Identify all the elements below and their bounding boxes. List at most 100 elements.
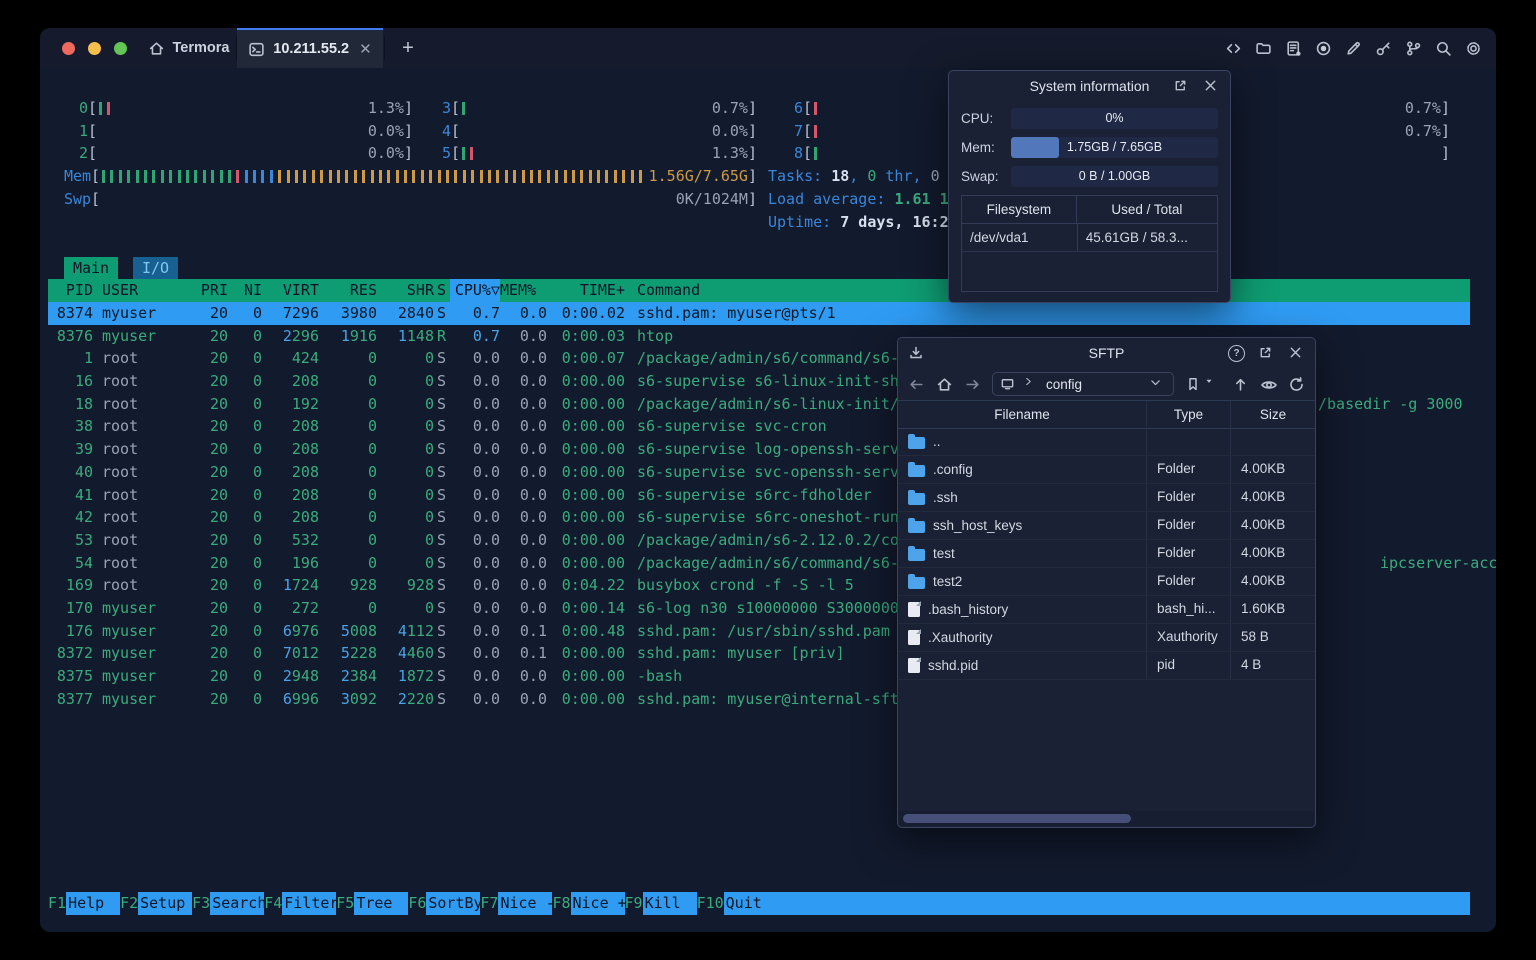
parent-dir-icon[interactable]: [1232, 376, 1249, 393]
back-icon[interactable]: [908, 376, 925, 393]
minimize-window-button[interactable]: [88, 41, 101, 55]
scrollbar-thumb[interactable]: [903, 814, 1131, 823]
meter-pipe: [152, 170, 156, 184]
folder-icon[interactable]: [1255, 40, 1272, 57]
process-row[interactable]: 8374 myuser 20 0 7296 3980 2840 S 0.7 0.0 0:00.02 s…: [48, 302, 1470, 325]
fn-button-help[interactable]: Help: [66, 892, 121, 915]
size-column-header[interactable]: Size: [1231, 401, 1315, 428]
file-row[interactable]: sshd.pid pid 4 B: [898, 652, 1315, 680]
code-icon[interactable]: [1225, 40, 1242, 57]
meter-pipe: [244, 170, 248, 184]
column-header-pri[interactable]: PRI: [196, 279, 228, 302]
file-row[interactable]: .config Folder 4.00KB: [898, 456, 1315, 484]
process-cell: 5008: [340, 621, 377, 640]
open-in-window-icon[interactable]: [1258, 345, 1275, 362]
refresh-icon[interactable]: [1288, 376, 1305, 393]
close-panel-icon[interactable]: [1203, 78, 1220, 95]
tab-session[interactable]: 10.211.55.2 ✕: [237, 28, 383, 68]
fn-button-setup[interactable]: Setup: [138, 892, 193, 915]
new-tab-button[interactable]: +: [392, 28, 424, 68]
folder-icon: [908, 462, 925, 477]
file-row[interactable]: .ssh Folder 4.00KB: [898, 484, 1315, 512]
git-branch-icon[interactable]: [1405, 40, 1422, 57]
column-header-cpu[interactable]: CPU%▽: [450, 279, 500, 302]
fn-button-search[interactable]: Search: [210, 892, 265, 915]
tab-close-icon[interactable]: ✕: [359, 40, 372, 58]
fn-button-kill[interactable]: Kill: [642, 892, 697, 915]
file-row[interactable]: test2 Folder 4.00KB: [898, 568, 1315, 596]
meter-pipe: [303, 170, 307, 184]
cpu-meter-3: 3[0.7%]: [427, 97, 757, 120]
path-breadcrumb[interactable]: config: [992, 372, 1174, 396]
file-row[interactable]: .bash_history bash_hi... 1.60KB: [898, 596, 1315, 624]
open-in-window-icon[interactable]: [1173, 78, 1190, 95]
settings-gear-icon[interactable]: [1465, 40, 1482, 57]
forward-icon[interactable]: [964, 376, 981, 393]
download-icon[interactable]: [908, 345, 925, 362]
meter-pipe: [219, 170, 223, 184]
type-column-header[interactable]: Type: [1147, 401, 1231, 428]
file-icon: [908, 601, 921, 617]
help-icon[interactable]: ?: [1228, 344, 1245, 362]
close-window-button[interactable]: [62, 41, 75, 55]
meter-pipe: [311, 170, 315, 184]
column-header-pid[interactable]: PID: [48, 279, 93, 302]
process-time: 0:00.00: [561, 372, 625, 391]
process-cell: 6996: [282, 689, 319, 708]
process-cpu: 0.0: [472, 644, 500, 663]
column-header-res[interactable]: RES: [319, 279, 377, 302]
process-mem: 0.0: [519, 485, 547, 504]
show-hidden-eye-icon[interactable]: [1260, 376, 1277, 393]
key-icon[interactable]: [1375, 40, 1392, 57]
fn-button-nice[interactable]: Nice -: [498, 892, 553, 915]
column-header-ni[interactable]: NI: [228, 279, 262, 302]
meter-pipe: [253, 170, 257, 184]
process-time: 0:00.14: [561, 598, 625, 617]
file-row[interactable]: .Xauthority Xauthority 58 B: [898, 624, 1315, 652]
meter-pipe: [488, 170, 491, 184]
fn-button-sortby[interactable]: SortBy: [426, 892, 481, 915]
pencil-icon[interactable]: [1345, 40, 1362, 57]
meter-pipe: [236, 170, 240, 184]
column-header-shr[interactable]: SHR: [377, 279, 434, 302]
filename-column-header[interactable]: Filename: [898, 401, 1147, 428]
file-row[interactable]: ssh_host_keys Folder 4.00KB: [898, 512, 1315, 540]
file-row[interactable]: test Folder 4.00KB: [898, 540, 1315, 568]
process-mem: 0.0: [519, 530, 547, 549]
meter-pipe: [454, 170, 458, 184]
search-icon[interactable]: [1435, 40, 1452, 57]
htop-tab-main[interactable]: Main: [64, 257, 119, 279]
meter-pipe: [571, 170, 575, 184]
process-pri: 20: [209, 440, 228, 459]
column-header-user[interactable]: USER: [93, 279, 196, 302]
column-header-s[interactable]: S: [434, 279, 450, 302]
process-pid: 8372: [56, 644, 93, 663]
zoom-window-button[interactable]: [114, 41, 127, 55]
meter-open-bracket: [: [803, 99, 813, 117]
column-header-mem[interactable]: MEM%: [500, 279, 547, 302]
process-cell: 0: [367, 372, 377, 391]
fn-button-tree[interactable]: Tree: [354, 892, 409, 915]
log-file-icon[interactable]: [1285, 40, 1302, 57]
home-icon[interactable]: [936, 376, 953, 393]
tab-session-label: 10.211.55.2: [273, 41, 350, 57]
process-pri: 20: [209, 667, 228, 685]
fn-button-nice[interactable]: Nice +: [570, 892, 625, 915]
swap-label: Swap:: [961, 169, 999, 184]
close-panel-icon[interactable]: [1288, 345, 1305, 362]
fn-button-quit[interactable]: Quit: [723, 892, 1470, 915]
chevron-down-icon[interactable]: [1149, 376, 1166, 393]
cpu-meter-7-value: 0.7%: [1404, 121, 1441, 140]
file-row[interactable]: ..: [898, 428, 1315, 456]
filesystem-row[interactable]: /dev/vda1 45.61GB / 58.3...: [962, 224, 1217, 252]
htop-tab-io[interactable]: I/O: [133, 257, 179, 279]
column-header-time[interactable]: TIME+: [547, 279, 625, 302]
fn-button-filter[interactable]: Filter: [282, 892, 337, 915]
function-key-bar: F1 Help F2 Setup F3 Search F4 Filter F5 Tree F6 Sor…: [48, 892, 1470, 915]
bookmark-control[interactable]: [1185, 376, 1221, 393]
column-header-virt[interactable]: VIRT: [262, 279, 319, 302]
tab-termora[interactable]: Termora: [140, 28, 237, 68]
record-icon[interactable]: [1315, 40, 1332, 57]
computer-icon: [1000, 376, 1017, 393]
meter-pipe: [370, 170, 374, 184]
